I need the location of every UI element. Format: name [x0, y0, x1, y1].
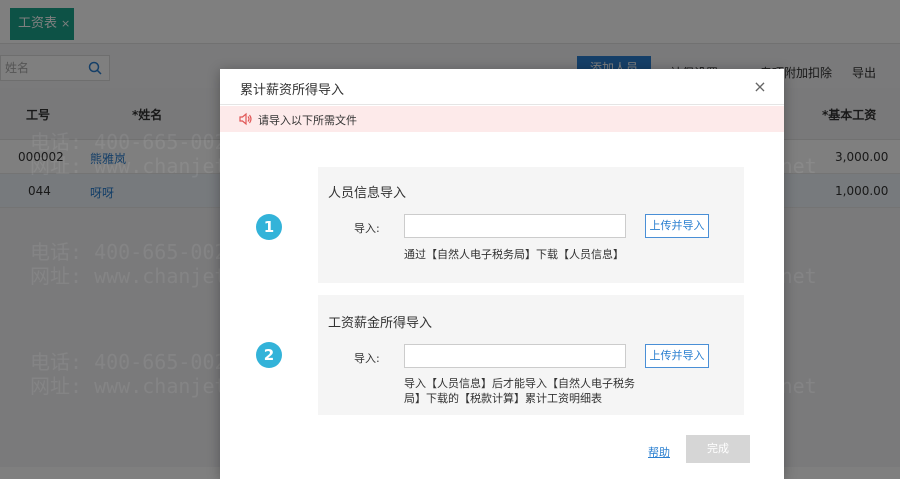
step-hint: 通过【自然人电子税务局】下载【人员信息】 — [404, 248, 624, 261]
step-number-badge: 1 — [256, 214, 282, 240]
step-hint-line1: 导入【人员信息】后才能导入【自然人电子税务 — [404, 377, 635, 390]
notice-bar: 请导入以下所需文件 — [220, 106, 784, 132]
step-panel-person-info: 人员信息导入 导入: 上传并导入 通过【自然人电子税务局】下载【人员信息】 — [318, 167, 744, 283]
import-label: 导入: — [354, 222, 380, 235]
help-link[interactable]: 帮助 — [648, 444, 670, 460]
upload-import-button[interactable]: 上传并导入 — [645, 214, 709, 238]
step-hint-line2: 局】下载的【税款计算】累计工资明细表 — [404, 392, 602, 405]
close-icon[interactable]: × — [750, 77, 770, 97]
step-title: 人员信息导入 — [328, 186, 407, 201]
dialog-title: 累计薪资所得导入 — [240, 83, 345, 98]
dialog-header: 累计薪资所得导入 × — [220, 69, 784, 105]
step-panel-salary: 工资薪金所得导入 导入: 上传并导入 导入【人员信息】后才能导入【自然人电子税务… — [318, 295, 744, 415]
upload-import-button[interactable]: 上传并导入 — [645, 344, 709, 368]
import-label: 导入: — [354, 352, 380, 365]
step-number-badge: 2 — [256, 342, 282, 368]
notice-text: 请导入以下所需文件 — [258, 114, 357, 127]
import-dialog: 累计薪资所得导入 × 请导入以下所需文件 1 人员信息导入 导入: 上传并导入 … — [220, 69, 784, 479]
done-button[interactable]: 完成 — [686, 435, 750, 463]
step-title: 工资薪金所得导入 — [328, 316, 433, 331]
salary-file-field[interactable] — [404, 344, 626, 368]
person-info-file-field[interactable] — [404, 214, 626, 238]
speaker-icon — [239, 112, 252, 126]
